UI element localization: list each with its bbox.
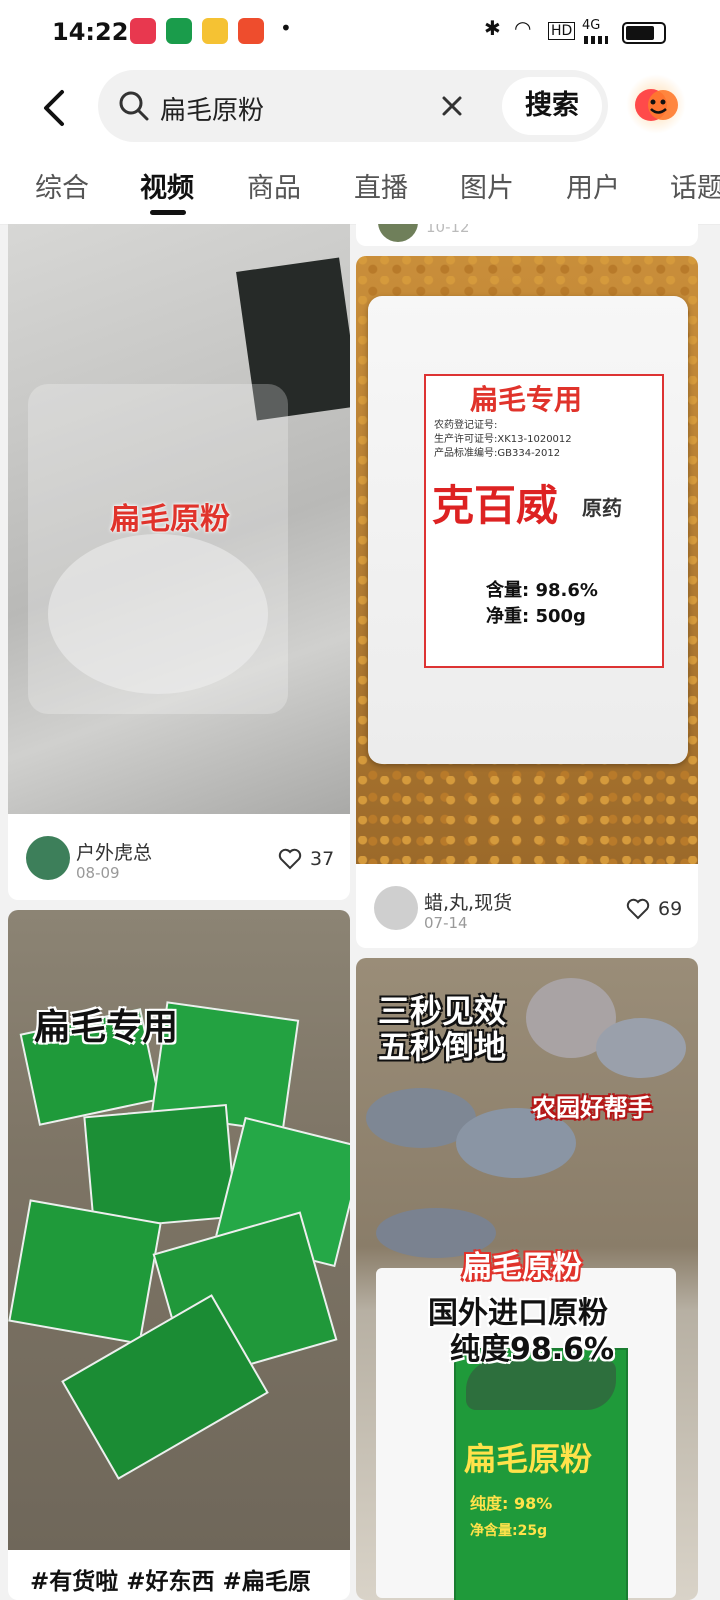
sack-line-1: 农药登记证号: [434,420,498,431]
bluetooth-icon: ✱ [484,16,501,40]
video-overlay-text: 五秒倒地 [378,1028,507,1066]
video-overlay-text: 纯度98.6% [450,1332,615,1367]
search-box[interactable]: 扁毛原粉 搜索 [98,70,608,142]
video-overlay-text: 扁毛原粉 [110,502,230,537]
sack-title: 扁毛专用 [470,383,583,416]
tab-live[interactable]: 直播 [354,166,408,205]
heart-icon[interactable] [278,848,302,870]
video-card[interactable]: 扁毛原粉 纯度: 98% 净含量:25g 三秒见效 五秒倒地 农园好帮手 扁毛原… [356,958,698,1600]
green-packet [83,1103,237,1231]
wifi-icon: ◠ [514,16,532,40]
sack-line-2: 生产许可证号:XK13-1020012 [434,434,572,445]
like-count: 37 [310,848,335,870]
music-app-icon [130,18,156,44]
tab-products[interactable]: 商品 [247,166,301,205]
tab-topics[interactable]: 话题 [670,166,720,205]
chat-app-icon [166,18,192,44]
video-card[interactable]: 扁毛原粉 户外虎总 08-09 37 [8,224,350,900]
tab-images[interactable]: 图片 [460,166,514,205]
clear-icon[interactable] [438,92,466,120]
signal-icon [584,36,608,44]
video-caption: #有货啦 #好东西 #扁毛原 [30,1569,311,1595]
powder-area [48,534,268,694]
back-arrow-icon[interactable] [36,86,76,130]
bird-shape [596,1018,686,1078]
sack-weight: 净重: 500g [486,606,586,627]
sack-content: 含量: 98.6% [486,580,598,601]
packet-label: 扁毛原粉 纯度: 98% 净含量:25g [454,1348,628,1600]
smiley-assistant-icon[interactable] [626,74,686,134]
tab-general[interactable]: 综合 [35,166,89,205]
video-overlay-text: 农园好帮手 [532,1094,652,1122]
video-overlay-text: 扁毛原粉 [462,1250,582,1285]
search-icon [119,91,149,121]
post-date: 08-09 [76,864,120,882]
sack-line-3: 产品标准编号:GB334-2012 [434,448,561,459]
author-avatar [378,224,418,242]
green-packet [8,1199,162,1345]
video-card[interactable]: 扁毛专用 #有货啦 #好东西 #扁毛原 [8,910,350,1600]
status-bar: 14:22 • ✱ ◠ HD 4G [0,0,720,64]
video-thumbnail[interactable]: 扁毛专用 [8,910,350,1550]
sack-product-suffix: 原药 [582,496,622,520]
video-card-partial[interactable]: 10-12 [356,224,698,246]
author-avatar [26,836,70,880]
tab-indicator [150,210,186,215]
author-avatar [374,886,418,930]
author-name[interactable]: 户外虎总 [76,838,152,865]
video-card[interactable]: 扁毛专用 农药登记证号: 生产许可证号:XK13-1020012 产品标准编号:… [356,256,698,948]
post-date: 10-12 [426,224,470,236]
network-badge: 4G [582,18,601,33]
video-overlay-text: 扁毛专用 [34,1007,179,1048]
sack-product-name: 克百威 [432,481,559,530]
tab-users[interactable]: 用户 [566,166,620,205]
heart-icon[interactable] [626,898,650,920]
sack-label: 扁毛专用 农药登记证号: 生产许可证号:XK13-1020012 产品标准编号:… [424,374,664,668]
category-tabs: 综合 视频 商品 直播 图片 用户 话题 [0,156,720,225]
video-thumbnail[interactable]: 扁毛专用 农药登记证号: 生产许可证号:XK13-1020012 产品标准编号:… [356,256,698,864]
search-button[interactable]: 搜索 [502,77,602,135]
video-thumbnail[interactable]: 扁毛原粉 [8,224,350,814]
post-date: 07-14 [424,914,468,932]
battery-icon [622,22,666,44]
dot-icon: • [280,16,292,40]
like-count: 69 [658,898,683,920]
search-input[interactable]: 扁毛原粉 [160,90,264,127]
white-sack: 扁毛专用 农药登记证号: 生产许可证号:XK13-1020012 产品标准编号:… [368,296,688,764]
packet-weight: 净含量:25g [470,1523,548,1539]
video-thumbnail[interactable]: 扁毛原粉 纯度: 98% 净含量:25g 三秒见效 五秒倒地 农园好帮手 扁毛原… [356,958,698,1600]
tab-video[interactable]: 视频 [140,166,194,205]
hd-badge: HD [548,22,576,40]
packet-name: 扁毛原粉 [464,1440,593,1478]
packet-purity: 纯度: 98% [470,1494,553,1513]
video-app-icon [238,18,264,44]
author-name[interactable]: 蜡,丸,现货 [424,888,512,915]
search-header: 扁毛原粉 搜索 [0,64,720,156]
status-time: 14:22 [52,18,129,46]
shield-app-icon [202,18,228,44]
